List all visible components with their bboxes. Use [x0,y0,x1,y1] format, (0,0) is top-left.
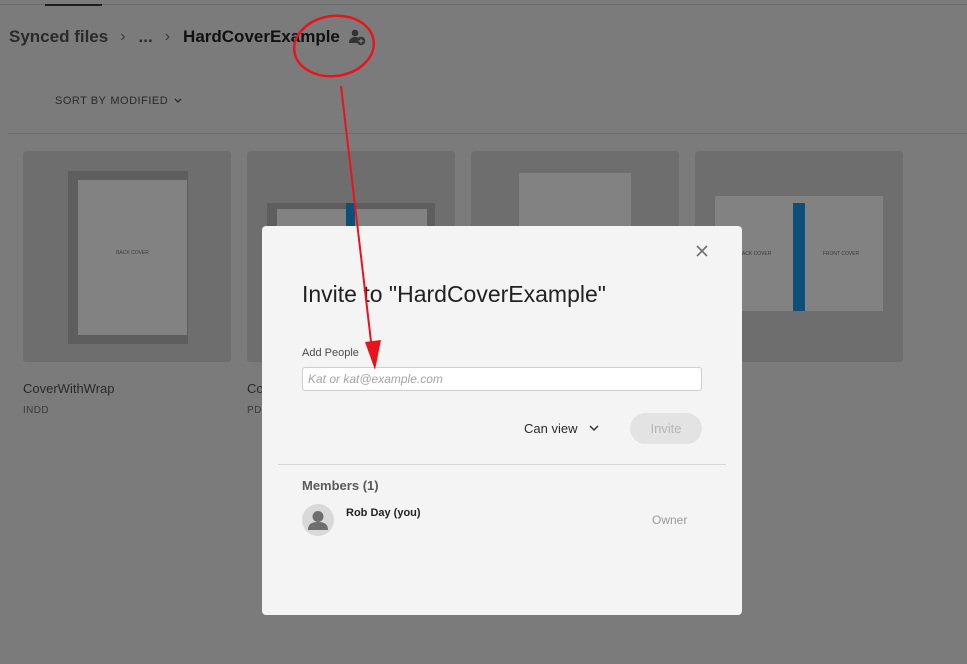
file-type: PD [247,405,262,416]
add-person-icon[interactable] [348,28,366,46]
permission-value: Can view [524,421,578,436]
breadcrumb-current-folder: HardCoverExample [183,27,340,46]
dialog-title: Invite to "HardCoverExample" [302,281,606,307]
file-type: INDD [23,405,50,416]
breadcrumb-separator: › [120,28,126,45]
add-people-input[interactable] [302,367,702,391]
active-tab-indicator [45,4,102,6]
thumbnail-label: BACK COVER [116,250,149,256]
member-role: Owner [652,513,688,527]
breadcrumb-synced-files[interactable]: Synced files [9,27,108,47]
sort-control[interactable]: SORT BY MODIFIED [55,95,182,107]
permission-dropdown[interactable]: Can view [524,421,599,436]
invite-button[interactable]: Invite [630,413,702,444]
invite-dialog: Invite to "HardCoverExample" Add People … [262,226,742,615]
breadcrumb: Synced files › ... › HardCoverExample [9,24,366,50]
members-heading: Members (1) [302,478,379,493]
chevron-down-icon [589,425,599,432]
user-avatar-icon [302,504,334,536]
breadcrumb-separator: › [164,28,171,45]
sort-label: SORT BY [55,95,107,107]
sort-value: MODIFIED [110,95,169,107]
breadcrumb-ellipsis[interactable]: ... [139,27,153,47]
member-name: Rob Day (you) [346,507,421,519]
toolbar-divider [8,133,967,134]
file-card-thumbnail[interactable]: BACK COVER [23,151,231,362]
dialog-divider [278,464,726,465]
close-icon[interactable] [695,244,709,258]
file-name[interactable]: CoverWithWrap [23,381,115,396]
thumbnail-spine [793,203,805,311]
thumbnail-label: FRONT COVER [822,251,860,257]
chevron-down-icon [174,98,182,103]
thumbnail-page [78,180,187,335]
thumbnail-page [519,173,631,233]
add-people-label: Add People [302,347,359,359]
top-divider [0,4,967,5]
